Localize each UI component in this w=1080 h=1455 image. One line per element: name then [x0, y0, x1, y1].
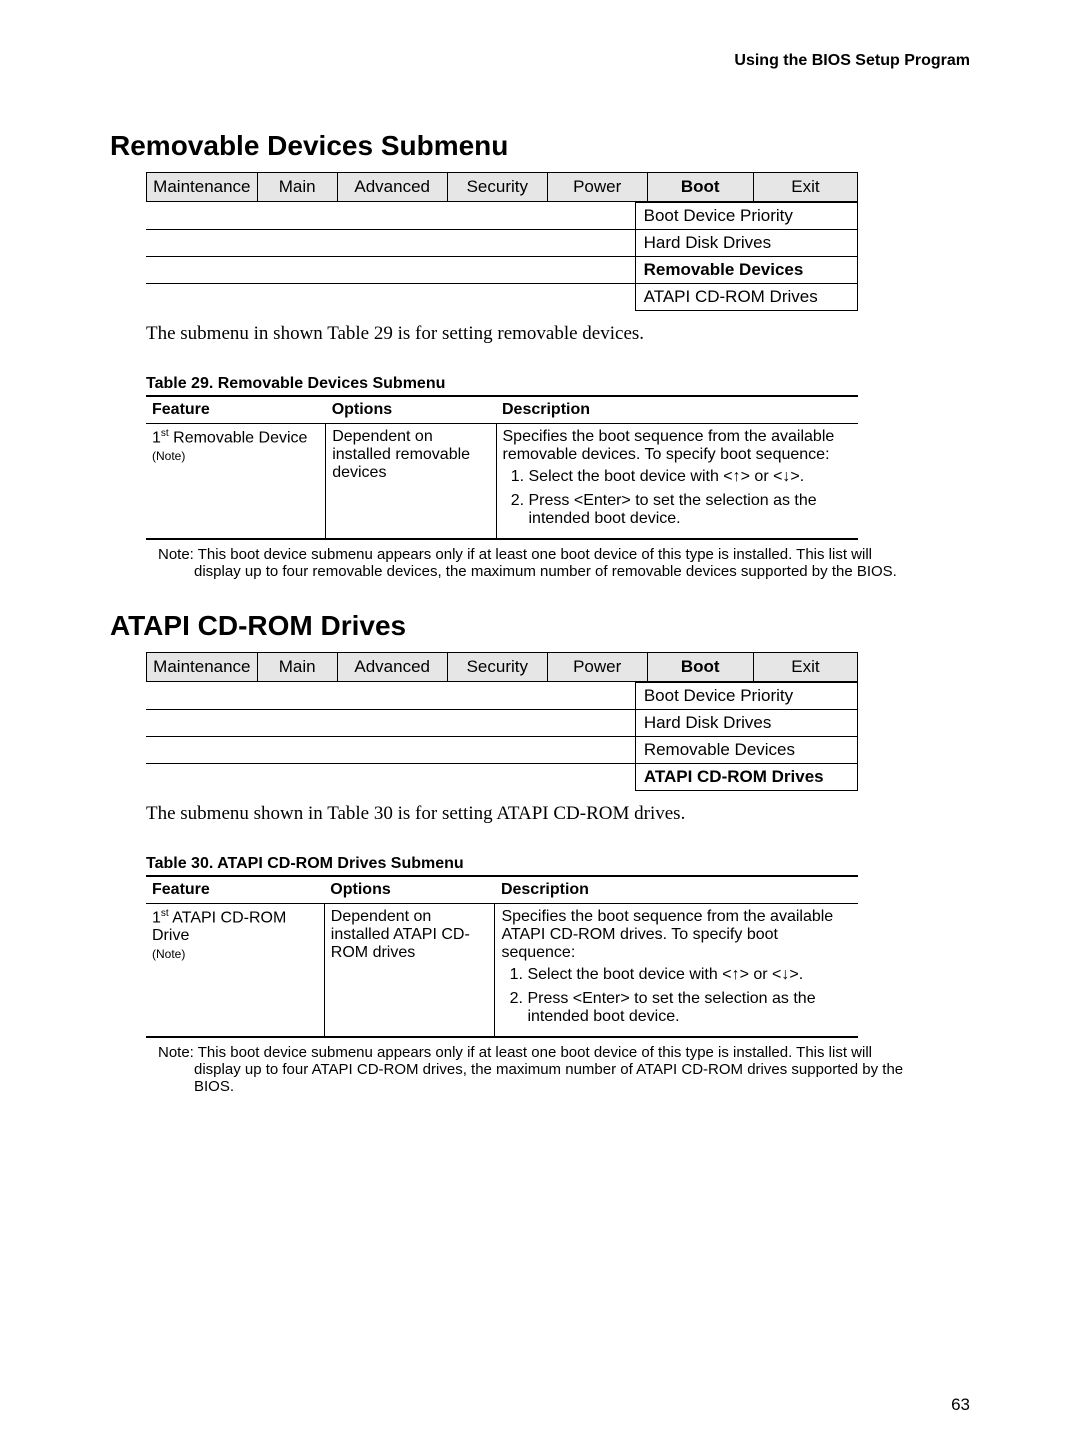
document-page: Using the BIOS Setup Program Removable D… [0, 0, 1080, 1455]
section-intro: The submenu shown in Table 30 is for set… [146, 803, 970, 825]
section-title-removable: Removable Devices Submenu [110, 130, 970, 162]
boot-submenu-list-2: Boot Device Priority Hard Disk Drives Re… [146, 682, 858, 791]
running-header: Using the BIOS Setup Program [110, 52, 970, 70]
options-cell: Dependent on installed removable devices [326, 424, 496, 540]
col-header: Feature [146, 876, 324, 904]
feature-table-30: Feature Options Description 1st ATAPI CD… [146, 875, 858, 1038]
submenu-item[interactable]: Boot Device Priority [635, 683, 857, 710]
section-intro: The submenu in shown Table 29 is for set… [146, 323, 970, 345]
submenu-item[interactable]: ATAPI CD-ROM Drives [635, 284, 857, 311]
boot-submenu-list-1: Boot Device Priority Hard Disk Drives Re… [146, 202, 858, 311]
nav-tab[interactable]: Security [447, 653, 547, 682]
col-header: Options [324, 876, 495, 904]
submenu-item-active[interactable]: ATAPI CD-ROM Drives [635, 764, 857, 791]
col-header: Description [496, 396, 858, 424]
options-cell: Dependent on installed ATAPI CD-ROM driv… [324, 904, 495, 1038]
section-title-atapi: ATAPI CD-ROM Drives [110, 610, 970, 642]
nav-tab[interactable]: Advanced [337, 173, 447, 202]
nav-tab[interactable]: Advanced [337, 653, 447, 682]
feature-cell: 1st ATAPI CD-ROM Drive (Note) [146, 904, 324, 1038]
page-number: 63 [110, 1395, 970, 1415]
desc-step: Select the boot device with <↑> or <↓>. [527, 966, 852, 984]
col-header: Description [495, 876, 858, 904]
submenu-item[interactable]: Removable Devices [635, 737, 857, 764]
desc-step: Press <Enter> to set the selection as th… [527, 990, 852, 1026]
desc-step: Press <Enter> to set the selection as th… [529, 492, 853, 528]
table-note-30: Note: This boot device submenu appears o… [188, 1044, 906, 1095]
desc-step: Select the boot device with <↑> or <↓>. [529, 468, 853, 486]
nav-tab[interactable]: Maintenance [147, 173, 258, 202]
nav-tab[interactable]: Security [447, 173, 547, 202]
nav-tab-active[interactable]: Boot [647, 173, 753, 202]
nav-tab-active[interactable]: Boot [647, 653, 753, 682]
submenu-item[interactable]: Hard Disk Drives [635, 230, 857, 257]
submenu-item[interactable]: Hard Disk Drives [635, 710, 857, 737]
nav-tab[interactable]: Main [257, 173, 337, 202]
table-caption-30: Table 30. ATAPI CD-ROM Drives Submenu [146, 855, 970, 873]
bios-nav-tabs-2: Maintenance Main Advanced Security Power… [146, 652, 858, 682]
description-cell: Specifies the boot sequence from the ava… [496, 424, 858, 540]
nav-tab[interactable]: Main [257, 653, 337, 682]
col-header: Options [326, 396, 496, 424]
submenu-item-active[interactable]: Removable Devices [635, 257, 857, 284]
nav-tab[interactable]: Exit [753, 173, 857, 202]
col-header: Feature [146, 396, 326, 424]
table-caption-29: Table 29. Removable Devices Submenu [146, 375, 970, 393]
nav-tab[interactable]: Maintenance [147, 653, 258, 682]
nav-tab[interactable]: Exit [753, 653, 857, 682]
nav-tab[interactable]: Power [547, 653, 647, 682]
description-cell: Specifies the boot sequence from the ava… [495, 904, 858, 1038]
bios-nav-tabs-1: Maintenance Main Advanced Security Power… [146, 172, 858, 202]
nav-tab[interactable]: Power [547, 173, 647, 202]
feature-cell: 1st Removable Device (Note) [146, 424, 326, 540]
feature-table-29: Feature Options Description 1st Removabl… [146, 395, 858, 540]
submenu-item[interactable]: Boot Device Priority [635, 203, 857, 230]
table-note-29: Note: This boot device submenu appears o… [188, 546, 906, 580]
